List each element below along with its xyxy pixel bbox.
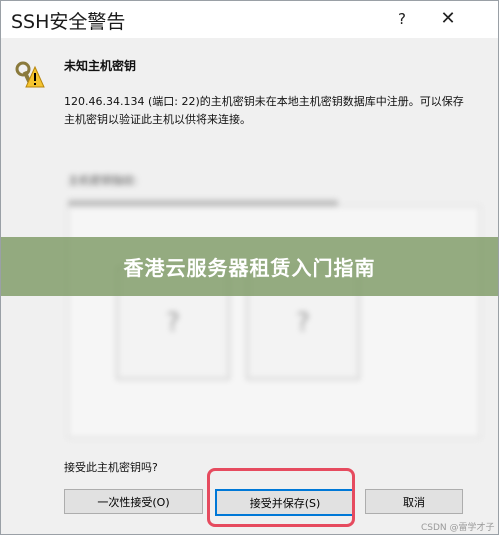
dialog-content: 未知主机密钥 120.46.34.134 (端口: 22)的主机密钥未在本地主机… [1,38,498,534]
accept-question: 接受此主机密钥吗? [64,461,158,474]
window-title: SSH安全警告 [11,11,126,33]
dialog-heading: 未知主机密钥 [64,59,137,73]
title-bar: SSH安全警告 ? ✕ [1,1,498,38]
close-button[interactable]: ✕ [433,7,463,31]
ssh-warning-dialog: SSH安全警告 ? ✕ 未知主机密钥 120.46.34.134 (端口: 22… [0,0,499,535]
accept-once-button[interactable]: 一次性接受(O) [64,489,203,514]
annotation-highlight [207,468,355,527]
warning-key-icon [15,61,45,88]
help-button[interactable]: ? [389,7,415,31]
watermark: CSDN @雷学才子 [421,523,495,533]
promo-banner-text: 香港云服务器租赁入门指南 [123,256,376,280]
fingerprint-area: 主机密钥指纹: ? ? [64,166,480,438]
promo-banner: 香港云服务器租赁入门指南 [1,237,498,296]
cancel-button[interactable]: 取消 [365,489,463,514]
fingerprint-label: 主机密钥指纹: [68,174,138,187]
dialog-message: 120.46.34.134 (端口: 22)的主机密钥未在本地主机密钥数据库中注… [64,95,464,126]
